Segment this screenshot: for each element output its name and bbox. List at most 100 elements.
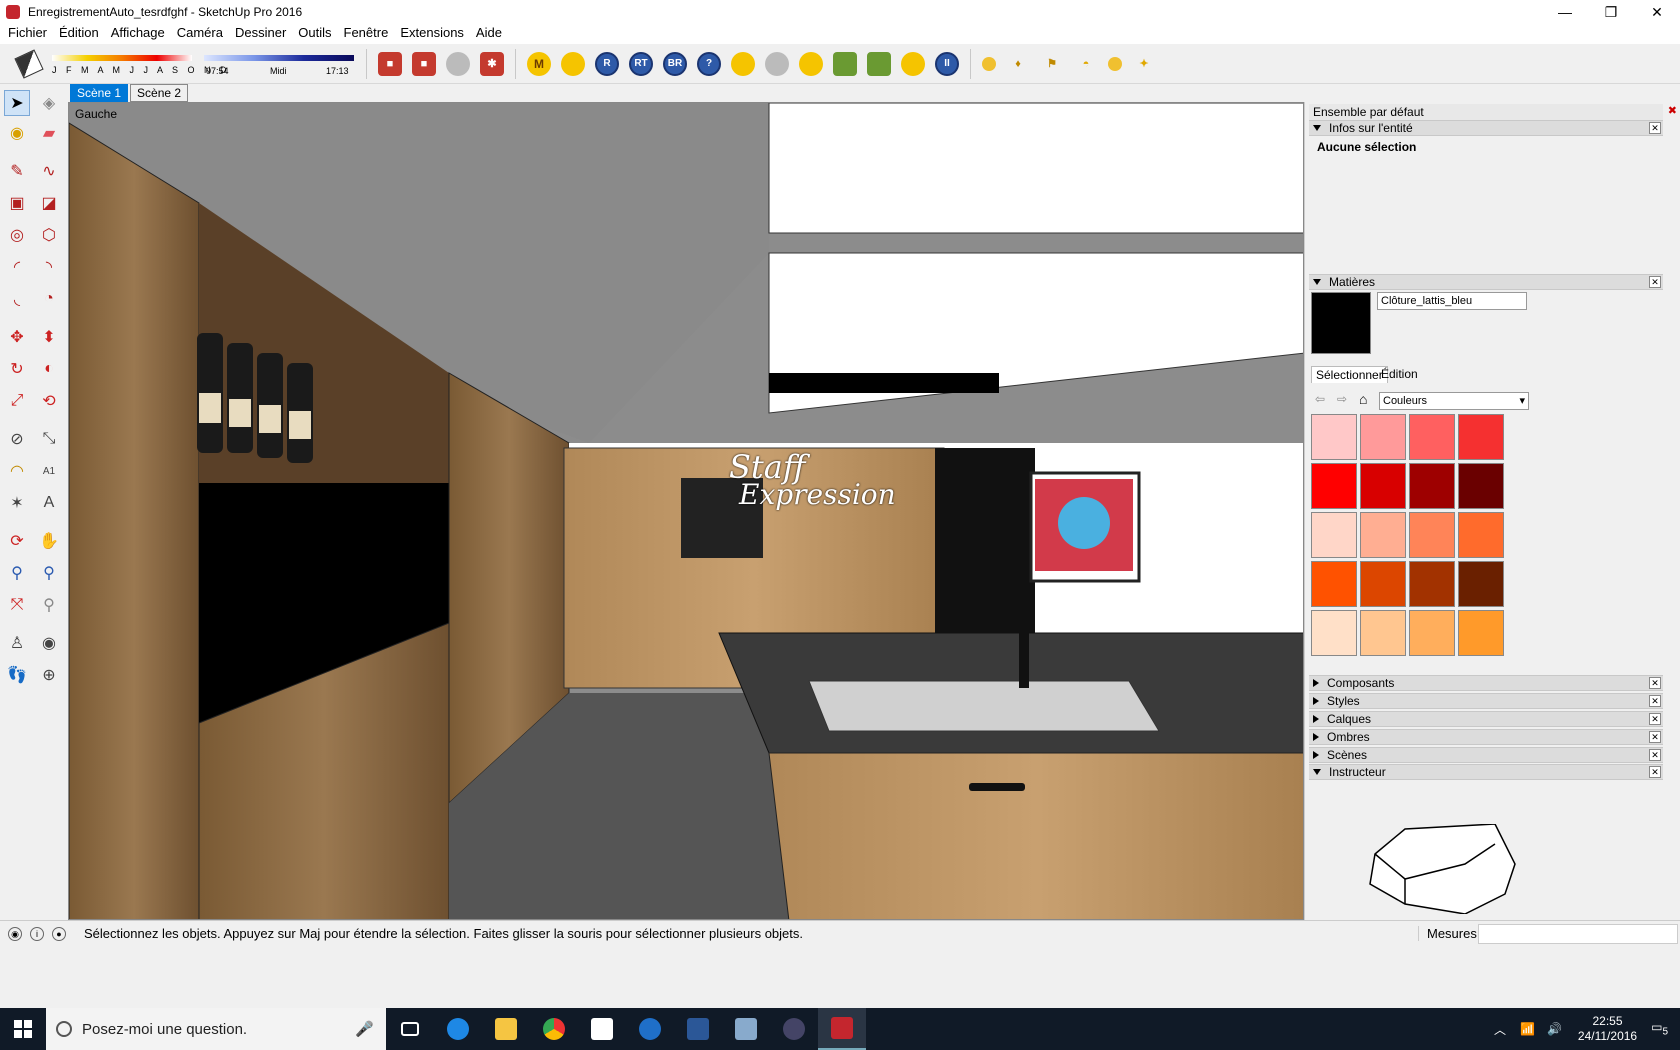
entity-info-header[interactable]: Infos sur l'entité ✕ — [1309, 120, 1663, 136]
color-swatch[interactable] — [1409, 610, 1455, 656]
follow-me-icon[interactable]: ◐ — [36, 356, 62, 382]
flag-icon[interactable]: ⚑ — [1040, 52, 1064, 76]
file-explorer-icon[interactable] — [482, 1008, 530, 1050]
cortana-search-box[interactable]: Posez-moi une question. 🎤 — [46, 1008, 386, 1050]
panel-header[interactable]: Ombres ✕ — [1309, 729, 1663, 745]
dome-light-icon[interactable]: ◓ — [1074, 52, 1098, 76]
month-slider[interactable]: J F M A M J J A S O N D — [52, 49, 227, 79]
arc3-tool-icon[interactable]: ◟ — [4, 286, 30, 312]
look-around-icon[interactable]: ◉ — [36, 630, 62, 656]
warehouse-icon[interactable]: ■ — [378, 51, 402, 76]
plant-icon[interactable] — [833, 51, 857, 76]
forward-arrow-icon[interactable]: ⇨ — [1337, 392, 1347, 406]
protractor-icon[interactable]: ◠ — [4, 458, 30, 484]
time-slider[interactable]: 07:54 Midi 17:13 — [204, 49, 354, 79]
panel-header[interactable]: Calques ✕ — [1309, 711, 1663, 727]
app-icon[interactable] — [770, 1008, 818, 1050]
select-tool-icon[interactable]: ➤ — [4, 90, 30, 116]
instructor-header[interactable]: Instructeur ✕ — [1309, 764, 1663, 780]
pie-tool-icon[interactable]: ◔ — [36, 286, 62, 312]
photos-icon[interactable] — [578, 1008, 626, 1050]
edge-icon[interactable] — [434, 1008, 482, 1050]
section-plane-icon[interactable]: ⊕ — [36, 662, 62, 688]
paint-icon[interactable] — [722, 1008, 770, 1050]
zoom-window-icon[interactable]: ⚲ — [36, 560, 62, 586]
color-swatch[interactable] — [1360, 610, 1406, 656]
polygon-tool-icon[interactable]: ⬡ — [36, 222, 62, 248]
color-swatch[interactable] — [1311, 610, 1357, 656]
rotated-rectangle-icon[interactable]: ◪ — [36, 190, 62, 216]
push-pull-icon[interactable]: ⬍ — [36, 324, 62, 350]
3d-text-icon[interactable]: A — [36, 490, 62, 516]
color-swatch[interactable] — [1458, 512, 1504, 558]
panel-close-icon[interactable]: ✕ — [1649, 731, 1661, 743]
close-button[interactable]: ✕ — [1634, 0, 1680, 24]
rectangle-tool-icon[interactable]: ▣ — [4, 190, 30, 216]
menu-fenetre[interactable]: Fenêtre — [338, 22, 395, 44]
paint-bucket-icon[interactable]: ◉ — [4, 120, 30, 146]
plant2-icon[interactable] — [867, 51, 891, 76]
color-swatch[interactable] — [1458, 463, 1504, 509]
rt-plugin-icon[interactable]: RT — [629, 51, 653, 76]
volume-icon[interactable]: 🔊 — [1547, 1022, 1562, 1036]
line-tool-icon[interactable]: ✎ — [4, 158, 30, 184]
share-model-icon[interactable]: ■ — [412, 51, 436, 76]
r-plugin-icon[interactable]: R — [595, 51, 619, 76]
menu-edition[interactable]: Édition — [53, 22, 105, 44]
circle-tool-icon[interactable]: ◎ — [4, 222, 30, 248]
pause-icon[interactable]: II — [935, 51, 959, 76]
zoom-icon[interactable]: ⚲ — [4, 560, 30, 586]
sketchup-taskbar-icon[interactable] — [818, 1008, 866, 1050]
walk-icon[interactable]: 👣 — [4, 662, 30, 688]
panel-close-icon[interactable]: ✕ — [1649, 749, 1661, 761]
color-swatch[interactable] — [1409, 463, 1455, 509]
shadow-toggle-icon[interactable] — [14, 48, 44, 79]
text-tool-icon[interactable]: A1 — [36, 458, 62, 484]
menu-dessiner[interactable]: Dessiner — [229, 22, 292, 44]
m-plugin-icon[interactable]: M — [527, 51, 551, 76]
panel-header[interactable]: Styles ✕ — [1309, 693, 1663, 709]
color-swatch[interactable] — [1311, 463, 1357, 509]
microphone-icon[interactable]: 🎤 — [355, 1020, 374, 1038]
library-select[interactable]: Couleurs ▾ — [1379, 392, 1529, 410]
scale-tool-icon[interactable]: ⤢ — [4, 388, 30, 414]
menu-affichage[interactable]: Affichage — [105, 22, 171, 44]
tape-measure-icon[interactable]: ⊘ — [4, 426, 30, 452]
restore-button[interactable]: ❐ — [1588, 0, 1634, 24]
menu-aide[interactable]: Aide — [470, 22, 508, 44]
panel-close-icon[interactable]: ✕ — [1649, 766, 1661, 778]
offset-tool-icon[interactable]: ⟲ — [36, 388, 62, 414]
home-icon[interactable]: ⌂ — [1359, 391, 1367, 407]
light-icon[interactable] — [982, 56, 996, 71]
extension-warehouse-icon[interactable]: ✱ — [480, 51, 504, 76]
color-swatch[interactable] — [1458, 414, 1504, 460]
panel-close-icon[interactable]: ✕ — [1649, 713, 1661, 725]
task-view-icon[interactable] — [386, 1008, 434, 1050]
color-swatch[interactable] — [1311, 561, 1357, 607]
tray-close-icon[interactable]: ✖ — [1668, 104, 1677, 117]
color-swatch[interactable] — [1360, 512, 1406, 558]
color-swatch[interactable] — [1409, 561, 1455, 607]
color-swatch[interactable] — [1458, 561, 1504, 607]
color-swatch[interactable] — [1458, 610, 1504, 656]
zoom-extents-icon[interactable]: ⤧ — [4, 592, 30, 618]
move-tool-icon[interactable]: ✥ — [4, 324, 30, 350]
tag-icon[interactable] — [561, 51, 585, 76]
target-icon[interactable] — [901, 51, 925, 76]
menu-extensions[interactable]: Extensions — [394, 22, 470, 44]
tab-scene-2[interactable]: Scène 2 — [130, 84, 189, 102]
photos-app-icon[interactable] — [626, 1008, 674, 1050]
panel-close-icon[interactable]: ✕ — [1649, 695, 1661, 707]
orbit-icon[interactable]: ⟳ — [4, 528, 30, 554]
pan-icon[interactable]: ✋ — [36, 528, 62, 554]
network-icon[interactable]: 📶 — [1520, 1022, 1535, 1036]
color-swatch[interactable] — [1311, 512, 1357, 558]
rotate-tool-icon[interactable]: ↻ — [4, 356, 30, 382]
tag2-icon[interactable] — [731, 51, 755, 76]
dimension-tool-icon[interactable]: ⤡ — [36, 426, 62, 452]
modeling-viewport[interactable]: Gauche Staff Expression — [68, 102, 1304, 920]
menu-outils[interactable]: Outils — [292, 22, 337, 44]
previous-view-icon[interactable]: ⚲ — [36, 592, 62, 618]
freehand-tool-icon[interactable]: ∿ — [36, 158, 62, 184]
word-icon[interactable] — [674, 1008, 722, 1050]
